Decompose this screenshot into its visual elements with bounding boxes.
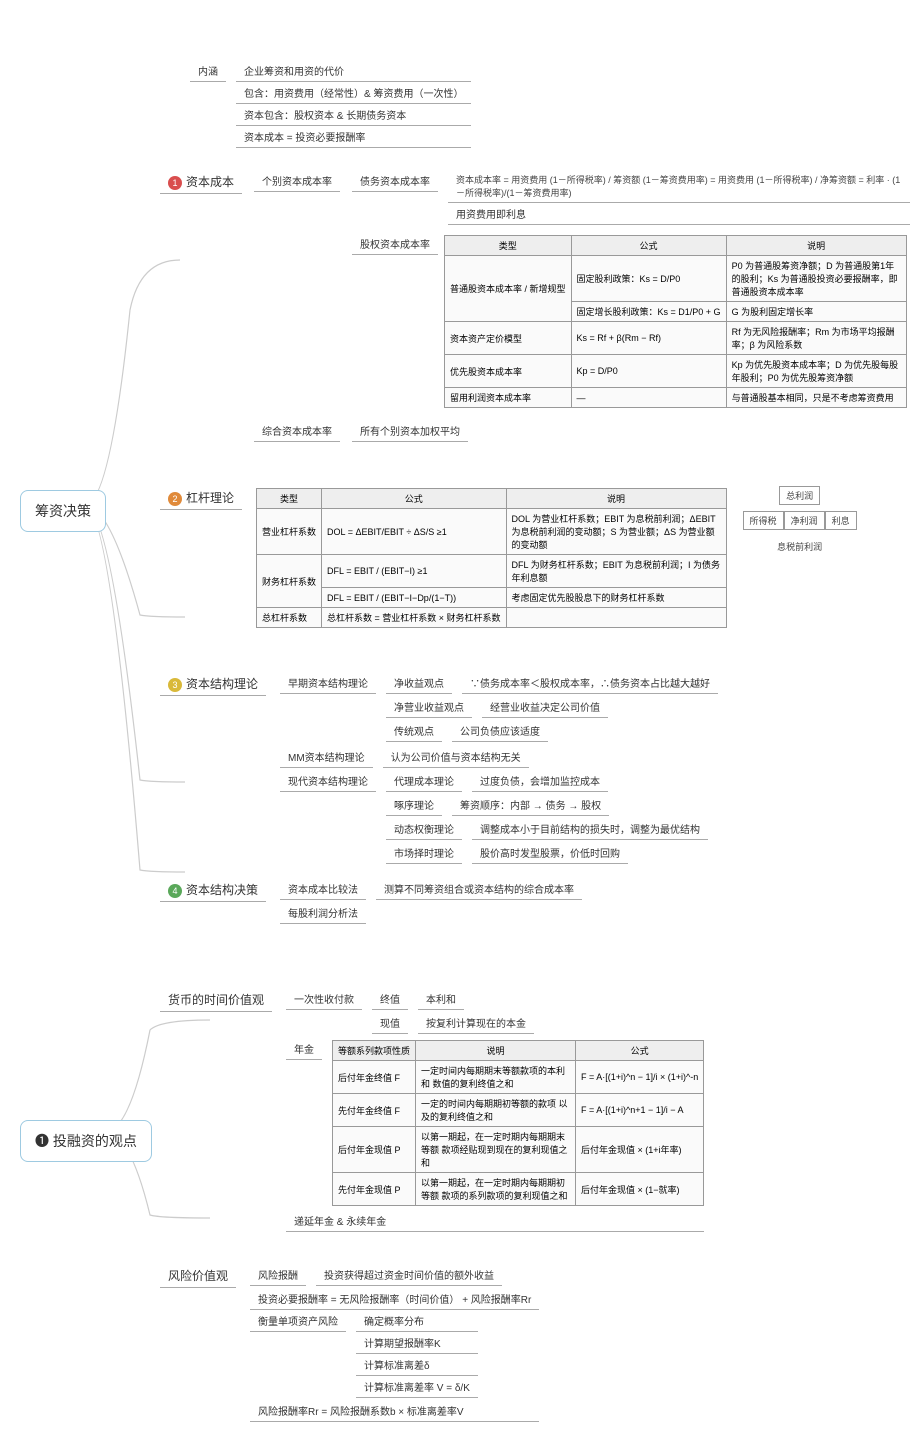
comp-text: 所有个别资本加权平均: [352, 420, 468, 442]
equity-table: 类型公式说明 普通股资本成本率 / 新增规型固定股利政策：Ks = D/P0P0…: [444, 235, 907, 408]
s3-early: 早期资本结构理论: [280, 672, 376, 694]
debt-note: 用资费用即利息: [448, 203, 910, 225]
s6-m0: 确定概率分布: [356, 1310, 478, 1332]
side-r1: 净利润: [784, 511, 825, 530]
equity-label: 股权资本成本率: [352, 233, 438, 255]
s3-m2k: 动态权衡理论: [386, 818, 462, 840]
s3-e2k: 传统观点: [386, 720, 442, 742]
conn-label: 内涵: [190, 60, 226, 82]
root-investment-view: ❶ 投融资的观点: [20, 1120, 152, 1162]
branch-leverage: 2杠杆理论: [160, 486, 242, 510]
s3-e1k: 净营业收益观点: [386, 696, 472, 718]
side-top: 总利润: [779, 486, 820, 505]
s3-m1k: 啄序理论: [386, 794, 442, 816]
s3-e0v: ∵债务成本率＜股权成本率，∴债务资本占比越大越好: [462, 672, 718, 694]
s5-o1k: 现值: [372, 1012, 408, 1034]
s6-m1: 计算期望报酬率K: [356, 1332, 478, 1354]
s4-0v: 测算不同筹资组合或资本结构的综合成本率: [376, 878, 582, 900]
conn-i1: 包含：用资费用（经常性）& 筹资费用（一次性）: [236, 82, 471, 104]
badge-3-icon: 3: [168, 678, 182, 692]
s6-0k: 风险报酬: [250, 1264, 306, 1286]
s5-o1v: 按复利计算现在的本金: [418, 1012, 534, 1034]
s3-e1v: 经营业收益决定公司价值: [482, 696, 608, 718]
s3-mm: MM资本结构理论: [280, 746, 373, 768]
s6-final: 风险报酬率Rr = 风险报酬系数b × 标准离差率V: [250, 1400, 539, 1422]
s3-e2v: 公司负债应该适度: [452, 720, 548, 742]
s6-m3: 计算标准离差率 V = δ/K: [356, 1376, 478, 1398]
s4-1k: 每股利润分析法: [280, 902, 366, 924]
s3-modern: 现代资本结构理论: [280, 770, 376, 792]
s6-m2: 计算标准离差δ: [356, 1354, 478, 1376]
badge-1-icon: 1: [168, 176, 182, 190]
branch-cap-decision: 4资本结构决策: [160, 878, 266, 902]
s5-ann: 年金: [286, 1038, 322, 1060]
annuity-table: 等额系列款项性质说明公式 后付年金终值 F一定时间内每期期末等额款项的本利和 数…: [332, 1040, 704, 1206]
side-r2: 利息: [825, 511, 857, 530]
root-financing-decision: 筹资决策: [20, 490, 106, 532]
branch-time-value: 货币的时间价值观: [160, 988, 272, 1012]
side-r0: 所得税: [743, 511, 784, 530]
indiv-label: 个别资本成本率: [254, 170, 340, 192]
s6-0v: 投资获得超过资金时间价值的额外收益: [316, 1264, 502, 1286]
conn-i3: 资本成本 = 投资必要报酬率: [236, 126, 471, 148]
s3-m0v: 过度负债，会增加监控成本: [472, 770, 608, 792]
side-bottom: 息税前利润: [777, 540, 822, 553]
branch-capital-cost: 1资本成本: [160, 170, 242, 194]
s3-mm-t: 认为公司价值与资本结构无关: [383, 746, 529, 768]
conn-i0: 企业筹资和用资的代价: [236, 60, 471, 82]
s5-defer: 递延年金 & 永续年金: [286, 1210, 704, 1232]
badge-2-icon: 2: [168, 492, 182, 506]
s5-o0v: 本利和: [418, 988, 464, 1010]
debt-label: 债务资本成本率: [352, 170, 438, 192]
conn-i2: 资本包含：股权资本 & 长期债务资本: [236, 104, 471, 126]
branch-cap-structure: 3资本结构理论: [160, 672, 266, 696]
s3-m3k: 市场择时理论: [386, 842, 462, 864]
s3-m2v: 调整成本小于目前结构的损失时，调整为最优结构: [472, 818, 708, 840]
badge-4-icon: 4: [168, 884, 182, 898]
branch-risk-value: 风险价值观: [160, 1264, 236, 1288]
debt-formula: 资本成本率 = 用资费用 (1－所得税率) / 筹资额 (1－筹资费用率) = …: [448, 170, 910, 203]
s3-m3v: 股价高时发型股票，价低时回购: [472, 842, 628, 864]
s6-m: 衡量单项资产风险: [250, 1310, 346, 1332]
comp-label: 综合资本成本率: [254, 420, 340, 442]
s6-1v: 投资必要报酬率 = 无风险报酬率（时间价值） + 风险报酬率Rr: [250, 1288, 539, 1310]
s5-oneoff: 一次性收付款: [286, 988, 362, 1010]
s5-o0k: 终值: [372, 988, 408, 1010]
s3-m0k: 代理成本理论: [386, 770, 462, 792]
s3-m1v: 筹资顺序：内部 → 债务 → 股权: [452, 794, 609, 816]
leverage-table: 类型公式说明 营业杠杆系数DOL = ΔEBIT/EBIT ÷ ΔS/S ≥1D…: [256, 488, 727, 628]
s3-e0k: 净收益观点: [386, 672, 452, 694]
s4-0k: 资本成本比较法: [280, 878, 366, 900]
